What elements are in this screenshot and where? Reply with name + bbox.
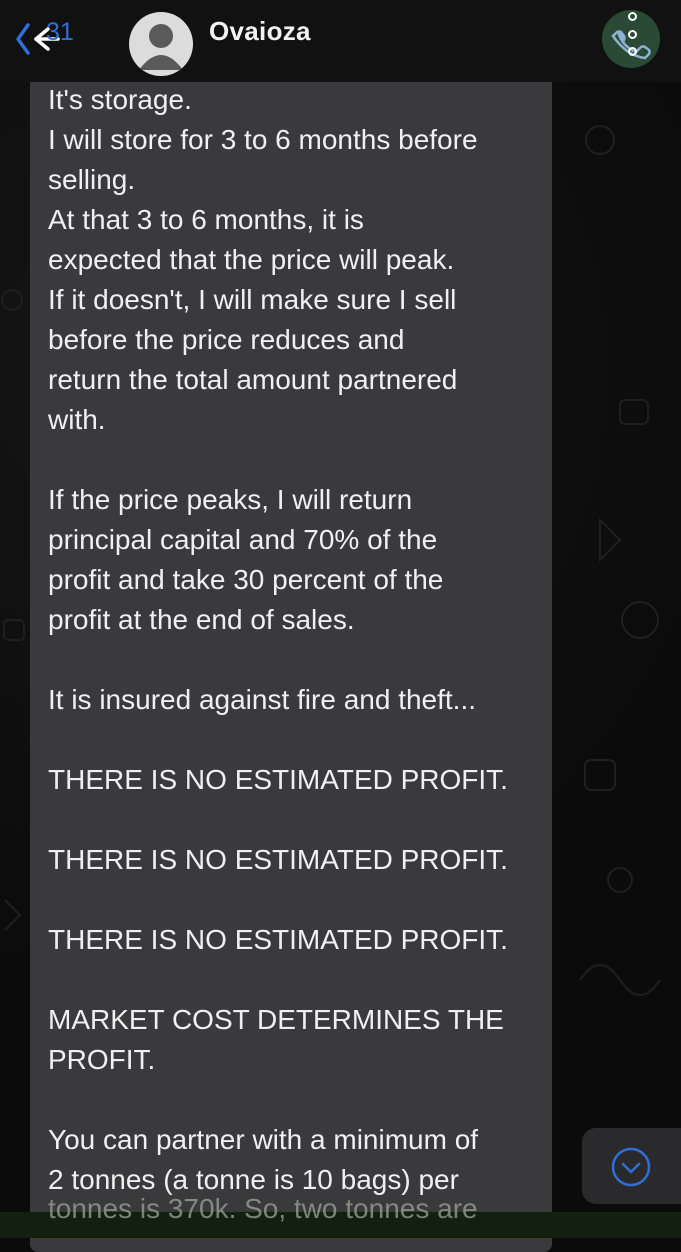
message-line: THERE IS NO ESTIMATED PROFIT. <box>48 764 508 795</box>
default-avatar-icon <box>139 24 183 70</box>
message-line: At that 3 to 6 months, it is <box>48 204 364 235</box>
dot <box>627 47 637 56</box>
scroll-to-bottom-button[interactable] <box>582 1128 681 1204</box>
message-line: before the price reduces and <box>48 324 405 355</box>
message-line: It's storage. <box>48 84 192 115</box>
message-line: I will store for 3 to 6 months before <box>48 124 478 155</box>
more-options-icon[interactable] <box>622 12 642 56</box>
unread-count[interactable]: 31 <box>46 18 74 47</box>
dot <box>627 12 637 21</box>
message-line: principal capital and 70% of the <box>48 524 438 555</box>
message-line: profit at the end of sales. <box>48 604 355 635</box>
message-line: THERE IS NO ESTIMATED PROFIT. <box>48 844 508 875</box>
contact-name[interactable]: Ovaioza <box>209 16 311 47</box>
message-line: PROFIT. <box>48 1044 156 1075</box>
message-line: You can partner with a minimum of <box>48 1124 479 1155</box>
message-line: expected that the price will peak. <box>48 244 455 275</box>
message-line: MARKET COST DETERMINES THE <box>48 1004 504 1035</box>
message-line: THERE IS NO ESTIMATED PROFIT. <box>48 924 508 955</box>
message-line: If the price peaks, I will return <box>48 484 413 515</box>
message-text: It's storage. I will store for 3 to 6 mo… <box>48 80 548 1200</box>
message-line: profit and take 30 percent of the <box>48 564 444 595</box>
chat-header: 31 Ovaioza <box>0 0 681 82</box>
dot <box>627 29 637 39</box>
message-line: It is insured against fire and theft... <box>48 684 477 715</box>
avatar[interactable] <box>129 12 193 76</box>
message-line: with. <box>48 404 106 435</box>
message-line: If it doesn't, I will make sure I sell <box>48 284 457 315</box>
chevron-down-circle-icon <box>611 1147 651 1187</box>
message-line: return the total amount partnered <box>48 364 458 395</box>
message-line-cut-off: tonnes is 370k. So, two tonnes are <box>48 1193 478 1224</box>
message-line: selling. <box>48 164 136 195</box>
